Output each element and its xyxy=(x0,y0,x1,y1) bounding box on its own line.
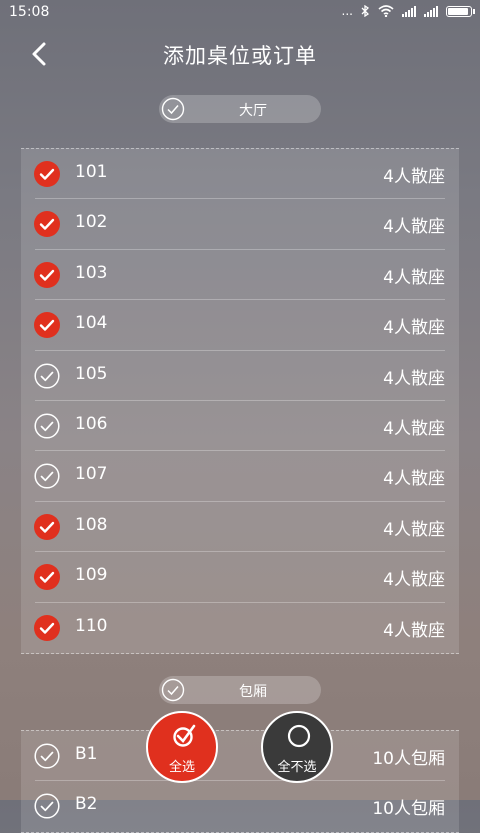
table-type: 10人包厢 xyxy=(372,799,445,820)
table-type: 4人散座 xyxy=(383,418,445,439)
empty-circle-icon xyxy=(287,724,311,748)
check-circle-filled-icon xyxy=(34,161,60,187)
table-type: 4人散座 xyxy=(383,217,445,238)
table-row[interactable]: 105 4人散座 xyxy=(21,351,459,401)
table-row[interactable]: 109 4人散座 xyxy=(21,552,459,603)
table-type: 4人散座 xyxy=(383,570,445,591)
select-none-button[interactable]: 全不选 xyxy=(261,711,333,783)
battery-icon xyxy=(446,5,475,17)
table-list-hall: 101 4人散座 102 4人散座 103 4人散座 104 4人散座 105 4人散座 106 4人… xyxy=(21,148,459,654)
table-row[interactable]: B1 10人包厢 xyxy=(21,731,459,782)
section-toggle-private-room[interactable]: 包厢 xyxy=(159,676,321,704)
table-type: 4人散座 xyxy=(383,267,445,288)
section-label: 包厢 xyxy=(239,684,267,700)
check-circle-filled-icon xyxy=(34,261,60,288)
table-number: B2 xyxy=(75,794,98,815)
status-time: 15:08 xyxy=(9,4,50,20)
table-row[interactable]: 108 4人散座 xyxy=(21,502,459,553)
table-row[interactable]: 104 4人散座 xyxy=(21,300,459,351)
table-type: 4人散座 xyxy=(383,318,445,339)
table-type: 4人散座 xyxy=(383,368,445,389)
check-circle-filled-icon xyxy=(34,614,60,641)
table-number: 110 xyxy=(75,615,108,636)
check-circle-outline-icon xyxy=(34,413,60,439)
table-row[interactable]: 110 4人散座 xyxy=(21,603,459,653)
table-row[interactable]: 101 4人散座 xyxy=(21,149,459,200)
check-circle-outline-icon xyxy=(34,743,60,769)
check-circle-outline-icon xyxy=(34,793,60,819)
check-circle-icon xyxy=(161,97,185,121)
table-row[interactable]: B2 10人包厢 xyxy=(21,781,459,831)
signal-icon xyxy=(402,5,416,17)
table-row[interactable]: 102 4人散座 xyxy=(21,199,459,250)
table-number: 109 xyxy=(75,565,108,586)
check-circle-outline-icon xyxy=(34,363,60,389)
check-circle-outline-icon xyxy=(34,463,60,489)
check-target-icon xyxy=(173,724,196,747)
more-icon: ... xyxy=(341,4,353,18)
table-type: 4人散座 xyxy=(383,620,445,641)
table-number: 103 xyxy=(75,262,108,283)
table-number: 108 xyxy=(75,514,108,535)
title-bar: 添加桌位或订单 xyxy=(0,26,480,82)
wifi-icon xyxy=(378,5,394,17)
table-number: 106 xyxy=(75,413,108,434)
bluetooth-icon xyxy=(361,5,370,17)
select-none-label: 全不选 xyxy=(277,760,317,775)
table-type: 4人散座 xyxy=(383,167,445,187)
table-number: B1 xyxy=(75,744,98,764)
section-toggle-hall[interactable]: 大厅 xyxy=(159,95,321,123)
page-title: 添加桌位或订单 xyxy=(163,44,317,68)
check-circle-icon xyxy=(161,678,185,702)
table-type: 10人包厢 xyxy=(372,749,445,769)
table-number: 101 xyxy=(75,162,108,182)
table-row[interactable]: 106 4人散座 xyxy=(21,401,459,452)
check-circle-filled-icon xyxy=(34,211,60,238)
check-circle-filled-icon xyxy=(34,312,60,339)
signal-icon-2 xyxy=(424,5,438,17)
status-bar: 15:08 ... xyxy=(0,0,480,26)
check-circle-filled-icon xyxy=(34,564,60,591)
table-number: 102 xyxy=(75,212,108,233)
status-icons: ... xyxy=(341,4,475,18)
table-type: 4人散座 xyxy=(383,469,445,490)
table-row[interactable]: 103 4人散座 xyxy=(21,250,459,301)
select-all-label: 全选 xyxy=(168,760,195,775)
section-label: 大厅 xyxy=(239,103,267,119)
table-type: 4人散座 xyxy=(383,519,445,540)
table-list-private-room: B1 10人包厢 B2 10人包厢 xyxy=(21,730,459,833)
table-number: 104 xyxy=(75,313,108,334)
table-number: 105 xyxy=(75,363,108,384)
select-all-button[interactable]: 全选 xyxy=(146,711,218,783)
check-circle-filled-icon xyxy=(34,513,60,540)
table-row[interactable]: 107 4人散座 xyxy=(21,451,459,502)
table-number: 107 xyxy=(75,464,108,485)
